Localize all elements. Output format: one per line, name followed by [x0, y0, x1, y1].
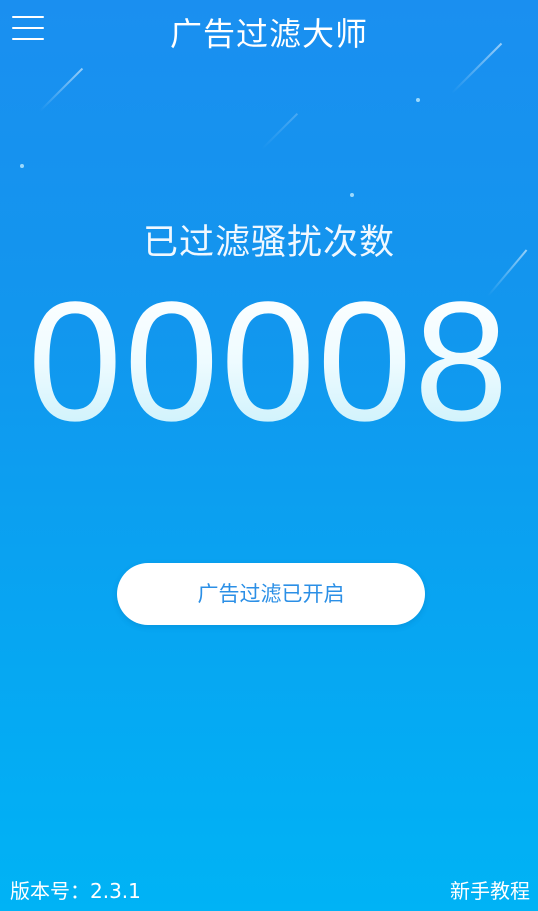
filtered-count-label: 已过滤骚扰次数 — [142, 223, 395, 263]
tutorial-link[interactable]: 新手教程 — [450, 877, 530, 905]
ad-filter-status-button[interactable]: 广告过滤已开启 — [117, 563, 425, 625]
main-screen: 广告过滤大师 已过滤骚扰次数 00008 广告过滤已开启 版本号：2.3.1 新… — [0, 0, 538, 911]
app-title: 广告过滤大师 — [169, 15, 368, 53]
decorative-streak — [261, 112, 299, 150]
decorative-sparkle — [350, 193, 354, 197]
decorative-streak — [39, 67, 84, 112]
filtered-count-value: 00008 — [0, 277, 538, 447]
decorative-sparkle — [416, 98, 420, 102]
version-label: 版本号：2.3.1 — [10, 879, 141, 903]
decorative-sparkle — [20, 164, 24, 168]
